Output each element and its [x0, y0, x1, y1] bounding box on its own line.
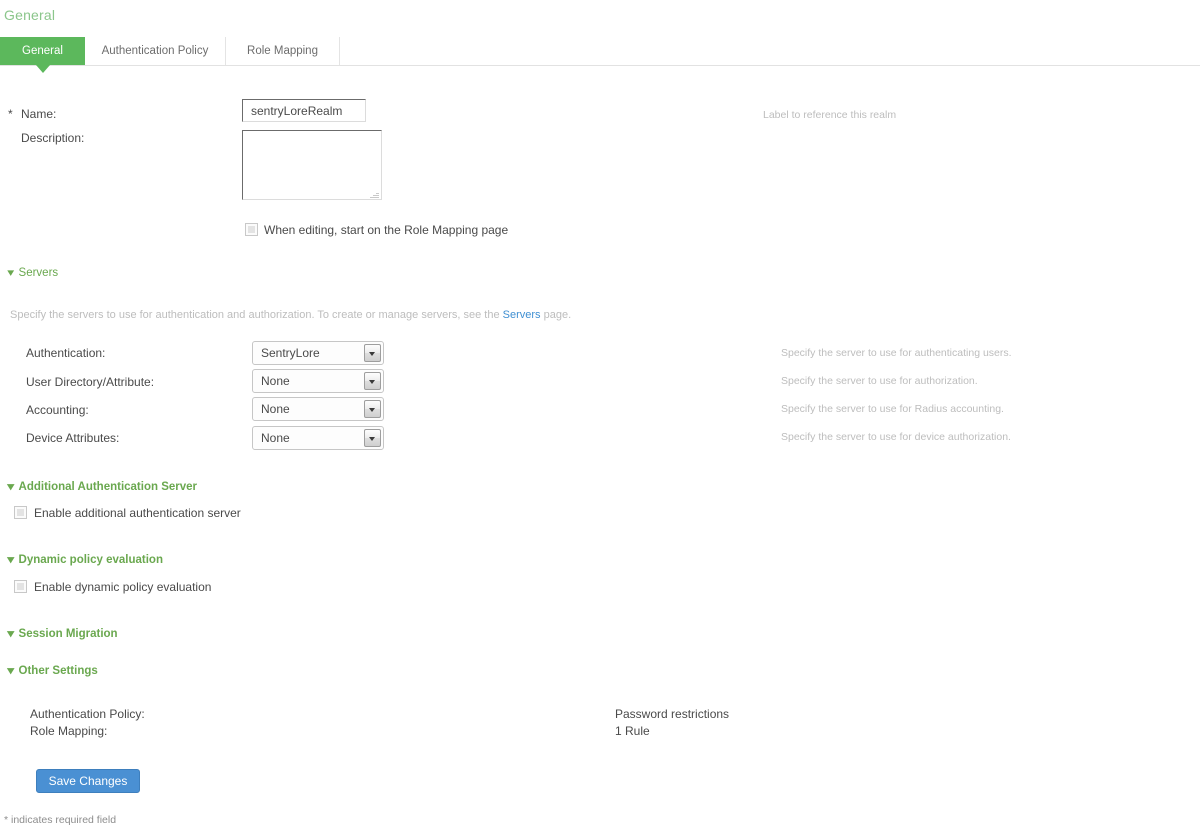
- accounting-select-value: None: [261, 402, 290, 416]
- authentication-label: Authentication:: [26, 346, 106, 360]
- name-label: Name:: [21, 107, 57, 121]
- section-session-migration[interactable]: ▾ Session Migration: [7, 627, 118, 640]
- chevron-down-icon: ▾: [7, 554, 15, 566]
- authentication-select-value: SentryLore: [261, 346, 320, 360]
- user-directory-label: User Directory/Attribute:: [26, 375, 155, 389]
- device-attributes-select[interactable]: None: [252, 426, 384, 450]
- enable-additional-auth-server-label[interactable]: Enable additional authentication server: [34, 506, 241, 520]
- servers-description-prefix: Specify the servers to use for authentic…: [10, 309, 503, 321]
- section-servers-label: Servers: [18, 267, 59, 279]
- section-servers[interactable]: ▾ Servers: [7, 266, 59, 279]
- save-changes-button[interactable]: Save Changes: [36, 769, 140, 793]
- tab-role-mapping[interactable]: Role Mapping: [226, 37, 340, 65]
- tab-bar: General Authentication Policy Role Mappi…: [0, 37, 1200, 66]
- user-directory-select[interactable]: None: [252, 369, 384, 393]
- section-dynamic-policy-evaluation-label: Dynamic policy evaluation: [18, 554, 163, 566]
- name-hint: Label to reference this realm: [763, 109, 897, 121]
- accounting-select[interactable]: None: [252, 397, 384, 421]
- chevron-down-icon: ▾: [7, 628, 15, 640]
- section-session-migration-label: Session Migration: [18, 628, 118, 640]
- role-mapping-summary-label: Role Mapping:: [30, 724, 108, 738]
- chevron-down-icon[interactable]: [364, 429, 381, 447]
- authentication-hint: Specify the server to use for authentica…: [781, 347, 1012, 359]
- enable-dynamic-policy-evaluation-label[interactable]: Enable dynamic policy evaluation: [34, 580, 211, 594]
- enable-additional-auth-server-checkbox[interactable]: [14, 506, 27, 519]
- enable-dynamic-policy-evaluation-checkbox[interactable]: [14, 580, 27, 593]
- page-title: General: [4, 7, 56, 23]
- chevron-down-icon[interactable]: [364, 344, 381, 362]
- section-additional-authentication-server-label: Additional Authentication Server: [18, 481, 198, 493]
- start-on-role-mapping-checkbox[interactable]: [245, 223, 258, 236]
- chevron-down-icon[interactable]: [364, 400, 381, 418]
- chevron-down-icon: ▾: [7, 481, 15, 493]
- device-attributes-select-value: None: [261, 431, 290, 445]
- section-additional-authentication-server[interactable]: ▾ Additional Authentication Server: [7, 480, 198, 493]
- tab-authentication-policy[interactable]: Authentication Policy: [85, 37, 226, 65]
- accounting-hint: Specify the server to use for Radius acc…: [781, 403, 1004, 415]
- device-attributes-hint: Specify the server to use for device aut…: [781, 431, 1011, 443]
- accounting-label: Accounting:: [26, 403, 89, 417]
- required-field-footnote: * indicates required field: [4, 814, 117, 826]
- section-other-settings[interactable]: ▾ Other Settings: [7, 664, 98, 677]
- description-textarea[interactable]: [242, 130, 382, 200]
- chevron-down-icon: ▾: [7, 267, 15, 279]
- user-directory-hint: Specify the server to use for authorizat…: [781, 375, 978, 387]
- role-mapping-summary-value: 1 Rule: [615, 724, 650, 738]
- description-label: Description:: [21, 131, 85, 145]
- servers-description: Specify the servers to use for authentic…: [10, 309, 571, 321]
- authentication-policy-summary-value: Password restrictions: [615, 707, 730, 721]
- tab-general[interactable]: General: [0, 37, 85, 65]
- chevron-down-icon: ▾: [7, 665, 15, 677]
- name-required-marker: *: [8, 107, 13, 121]
- active-tab-indicator-icon: [36, 65, 50, 73]
- user-directory-select-value: None: [261, 374, 290, 388]
- chevron-down-icon[interactable]: [364, 372, 381, 390]
- device-attributes-label: Device Attributes:: [26, 431, 120, 445]
- start-on-role-mapping-label[interactable]: When editing, start on the Role Mapping …: [264, 223, 508, 237]
- servers-description-suffix: page.: [540, 309, 572, 321]
- section-other-settings-label: Other Settings: [18, 665, 98, 677]
- servers-link[interactable]: Servers: [503, 309, 541, 321]
- authentication-policy-summary-label: Authentication Policy:: [30, 707, 145, 721]
- section-dynamic-policy-evaluation[interactable]: ▾ Dynamic policy evaluation: [7, 553, 163, 566]
- authentication-select[interactable]: SentryLore: [252, 341, 384, 365]
- name-input[interactable]: [242, 99, 366, 122]
